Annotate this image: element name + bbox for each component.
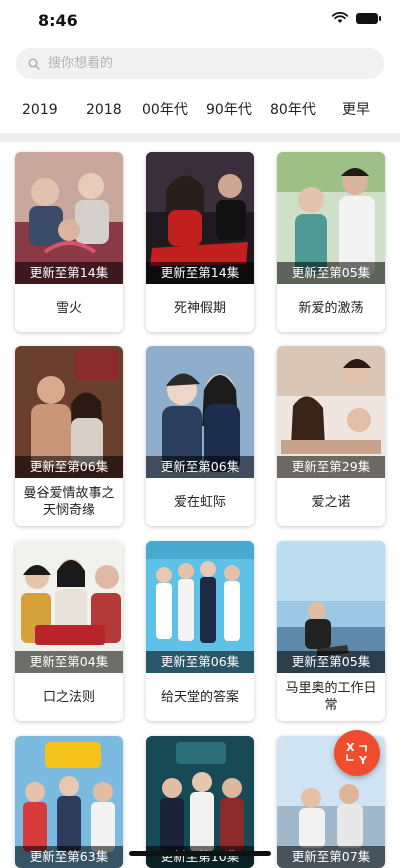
show-title: 爱在虹际	[173, 494, 226, 510]
show-title: 爱之诺	[311, 494, 351, 510]
year-tabs: 2019 2018 00年代 90年代 80年代 更早	[0, 96, 400, 124]
search-bar[interactable]	[16, 48, 384, 79]
tab-1980s[interactable]: 80年代	[270, 96, 316, 124]
status-bar: 8:46	[0, 0, 400, 44]
search-input[interactable]	[46, 55, 350, 72]
tab-1990s[interactable]: 90年代	[206, 96, 252, 124]
show-title: 给天堂的答案	[160, 689, 239, 705]
update-status: 更新至第29集	[277, 456, 385, 478]
show-poster: 更新至第06集	[15, 346, 123, 478]
status-time: 8:46	[38, 11, 78, 30]
tab-2018[interactable]: 2018	[86, 96, 122, 124]
show-card[interactable]: 更新至第06集 爱在虹际	[146, 346, 254, 526]
search-icon	[28, 58, 40, 70]
update-status: 更新至第10集	[146, 846, 254, 868]
update-status: 更新至第14集	[146, 262, 254, 284]
show-card[interactable]: 更新至第06集 曼谷爱情故事之天悯奇缘	[15, 346, 123, 526]
show-title: 马里奥的工作日常	[285, 681, 377, 713]
update-status: 更新至第04集	[15, 651, 123, 673]
update-status: 更新至第07集	[277, 846, 385, 868]
show-poster: 更新至第05集	[277, 541, 385, 673]
shuffle-button[interactable]: X Y	[334, 730, 380, 776]
status-icons	[332, 12, 381, 24]
show-card[interactable]: 更新至第29集 爱之诺	[277, 346, 385, 526]
update-status: 更新至第63集	[15, 846, 123, 868]
update-status: 更新至第06集	[146, 651, 254, 673]
show-poster: 更新至第14集	[15, 152, 123, 284]
tab-2000s[interactable]: 00年代	[142, 96, 188, 124]
show-poster: 更新至第05集	[277, 152, 385, 284]
show-poster: 更新至第04集	[15, 541, 123, 673]
show-card[interactable]: 更新至第05集 马里奥的工作日常	[277, 541, 385, 721]
show-title: 曼谷爱情故事之天悯奇缘	[23, 486, 115, 518]
show-card[interactable]: 更新至第10集	[146, 736, 254, 868]
show-poster: 更新至第06集	[146, 346, 254, 478]
show-poster: 更新至第06集	[146, 541, 254, 673]
show-poster: 更新至第63集	[15, 736, 123, 868]
show-title: 口之法则	[42, 689, 95, 705]
tab-earlier[interactable]: 更早	[342, 96, 370, 124]
home-indicator	[129, 851, 271, 856]
tab-2019[interactable]: 2019	[22, 96, 58, 124]
show-card[interactable]: 更新至第06集 给天堂的答案	[146, 541, 254, 721]
show-card[interactable]: 更新至第14集 雪火	[15, 152, 123, 332]
show-title: 死神假期	[173, 300, 226, 316]
show-card[interactable]: 更新至第14集 死神假期	[146, 152, 254, 332]
show-card[interactable]: 更新至第63集	[15, 736, 123, 868]
section-divider	[0, 133, 400, 142]
wifi-icon	[332, 12, 348, 23]
show-card[interactable]: 更新至第05集 新爱的激荡	[277, 152, 385, 332]
svg-text:Y: Y	[358, 754, 368, 767]
show-poster: 更新至第29集	[277, 346, 385, 478]
update-status: 更新至第06集	[146, 456, 254, 478]
update-status: 更新至第05集	[277, 651, 385, 673]
update-status: 更新至第14集	[15, 262, 123, 284]
show-title: 新爱的激荡	[298, 300, 364, 316]
svg-text:X: X	[346, 741, 355, 754]
show-title: 雪火	[55, 300, 82, 316]
show-poster: 更新至第10集	[146, 736, 254, 868]
update-status: 更新至第06集	[15, 456, 123, 478]
battery-icon	[356, 12, 381, 24]
shuffle-xy-icon: X Y	[346, 741, 368, 767]
update-status: 更新至第05集	[277, 262, 385, 284]
show-card[interactable]: 更新至第04集 口之法则	[15, 541, 123, 721]
show-poster: 更新至第14集	[146, 152, 254, 284]
